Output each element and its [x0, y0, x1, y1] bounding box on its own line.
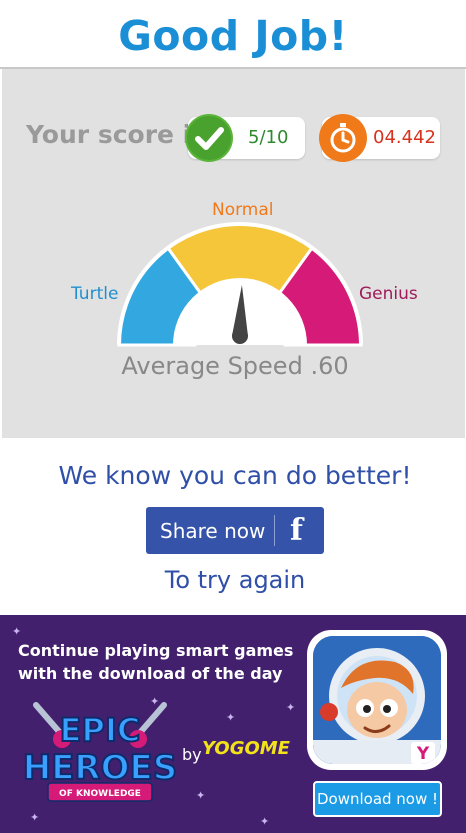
time-value: 04.442 [373, 127, 436, 148]
button-divider [274, 515, 275, 546]
yogome-logo: YOGOME [202, 738, 290, 759]
share-facebook-button[interactable]: Share now f [146, 507, 324, 554]
stopwatch-icon [319, 114, 367, 162]
star-decoration: ✦ [30, 811, 40, 824]
facebook-icon: f [290, 513, 303, 548]
star-decoration: ✦ [260, 815, 270, 828]
star-decoration: ✦ [12, 625, 22, 638]
gauge-label-genius: Genius [359, 284, 418, 304]
star-decoration: ✦ [286, 701, 296, 714]
gauge-label-normal: Normal [212, 200, 274, 220]
speed-gauge [117, 222, 363, 347]
astronaut-kid-icon: Y [313, 636, 441, 764]
epic-heroes-logo: EPIC HEROES OF KNOWLEDGE [22, 702, 178, 802]
promo-banner[interactable]: ✦ ✦ ✦ ✦ ✦ ✦ ✦ Continue playing smart gam… [0, 615, 466, 833]
page-title: Good Job! [118, 12, 348, 60]
app-icon[interactable]: Y [307, 630, 447, 770]
gauge-label-turtle: Turtle [71, 284, 119, 304]
promo-line-2: with the download of the day [18, 664, 283, 683]
star-decoration: ✦ [226, 711, 236, 724]
promo-text: Continue playing smart games with the do… [18, 639, 293, 685]
logo-subtitle: OF KNOWLEDGE [59, 789, 141, 799]
share-button-label: Share now [160, 519, 266, 543]
header-bar: Good Job! [0, 0, 466, 69]
by-label: by [182, 745, 202, 764]
star-decoration: ✦ [196, 789, 206, 802]
logo-word-heroes: HEROES [23, 748, 177, 788]
download-button-label: Download now ! [316, 790, 439, 808]
logo-word-epic: EPIC [60, 711, 141, 749]
time-pill: 04.442 [319, 114, 440, 162]
app-badge-letter: Y [416, 744, 430, 764]
try-again-link[interactable]: To try again [0, 566, 466, 594]
promo-line-1: Continue playing smart games [18, 641, 294, 660]
score-label: Your score is [26, 120, 207, 149]
score-value: 5/10 [248, 127, 289, 148]
app-icon-artwork: Y [313, 636, 441, 764]
feedback-message: We know you can do better! [58, 461, 412, 490]
checkmark-icon [185, 114, 233, 162]
download-now-button[interactable]: Download now ! [313, 781, 442, 817]
average-speed: Average Speed .60 [121, 352, 349, 380]
score-pill: 5/10 [185, 114, 305, 162]
